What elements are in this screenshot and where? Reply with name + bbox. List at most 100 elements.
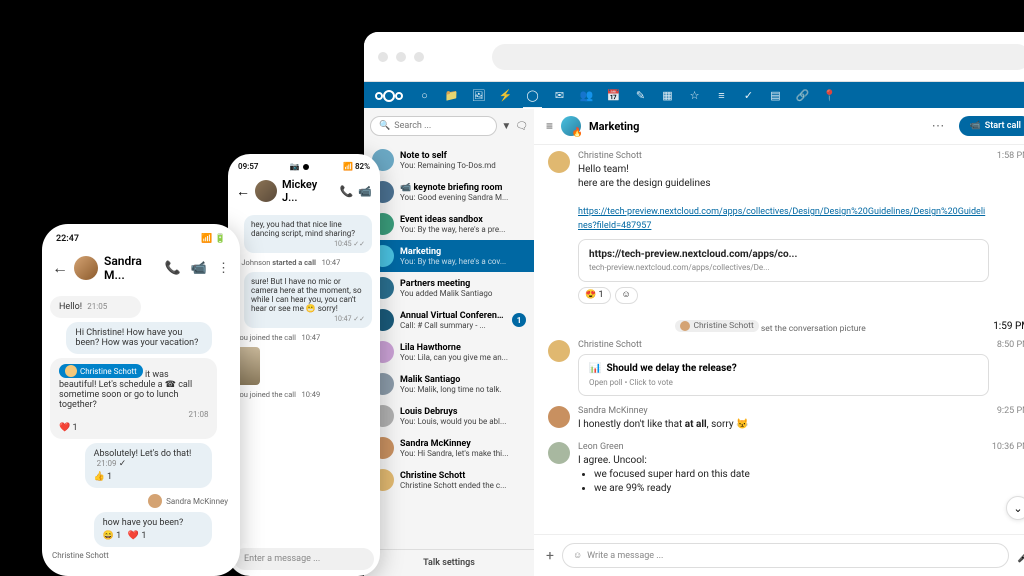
poll-card[interactable]: 📊Should we delay the release? Open poll … xyxy=(578,354,989,396)
url-bar[interactable] xyxy=(492,44,1024,70)
notes-icon[interactable]: ✎ xyxy=(634,89,647,102)
contacts-icon[interactable]: 👥 xyxy=(580,89,593,102)
conversation-item[interactable]: 📹 keynote briefing room You: Good evenin… xyxy=(364,176,534,208)
menu-icon[interactable]: ≡ xyxy=(546,119,553,133)
window-dot[interactable] xyxy=(396,52,406,62)
conversation-title: 📹 keynote briefing room xyxy=(400,183,526,193)
input-placeholder: Write a message ... xyxy=(587,551,663,561)
filter-icon[interactable]: ▼ xyxy=(501,121,511,132)
phone-icon[interactable]: 📞 xyxy=(340,185,354,198)
talk-settings-button[interactable]: Talk settings xyxy=(364,549,534,576)
message-link[interactable]: https://tech-preview.nextcloud.com/apps/… xyxy=(578,207,985,231)
new-conversation-icon[interactable]: 🗨 xyxy=(515,121,528,132)
message-list-item: we are 99% ready xyxy=(594,482,984,496)
nextcloud-logo[interactable] xyxy=(374,88,404,102)
add-reaction-button[interactable]: ☺ xyxy=(615,287,638,304)
conversation-item[interactable]: Note to self You: Remaining To-Dos.md xyxy=(364,144,534,176)
reaction[interactable]: ❤️ 1 xyxy=(128,531,147,541)
reaction[interactable]: ❤️ 1 xyxy=(59,423,208,433)
files-icon[interactable]: 📁 xyxy=(445,89,458,102)
phone-mockup-2: 09:57 📷 📶 82% ← Mickey J... 📞 📹 hey, you… xyxy=(228,154,380,576)
link-icon[interactable]: 🔗 xyxy=(796,89,809,102)
reaction[interactable]: 😄 1 xyxy=(103,531,122,541)
conversation-item[interactable]: Annual Virtual Conference Call: # Call s… xyxy=(364,304,534,336)
message-incoming: Hello! 21:05 xyxy=(50,296,141,318)
back-icon[interactable]: ← xyxy=(236,183,250,200)
start-call-button[interactable]: 📹 Start call xyxy=(959,116,1024,136)
conversation-item[interactable]: Malik Santiago You: Malik, long time no … xyxy=(364,368,534,400)
video-icon[interactable]: 📹 xyxy=(191,261,207,276)
conversation-item[interactable]: Sandra McKinney You: Hi Sandra, let's ma… xyxy=(364,432,534,464)
conversation-item[interactable]: Lila Hawthorne You: Lila, can you give m… xyxy=(364,336,534,368)
conversation-avatar xyxy=(561,116,581,136)
message-outgoing: sure! But I have no mic or camera here a… xyxy=(244,272,372,328)
reaction-button[interactable]: 😍 1 xyxy=(578,287,611,304)
video-icon[interactable]: 📹 xyxy=(358,185,372,198)
message-time: 9:25 PM xyxy=(997,406,1024,416)
card-title: https://tech-preview.nextcloud.com/apps/… xyxy=(589,248,978,262)
message-incoming: Christine Schott it was beautiful! Let's… xyxy=(50,358,217,439)
message-time: 10:45 xyxy=(334,240,351,248)
message-input[interactable]: Enter a message ... xyxy=(234,548,374,570)
conversation-title: Lila Hawthorne xyxy=(400,343,526,353)
maps-icon[interactable]: 📍 xyxy=(823,89,836,102)
deck-icon[interactable]: ▦ xyxy=(661,89,674,102)
contact-name[interactable]: Mickey J... xyxy=(282,178,335,204)
link-preview-card[interactable]: https://tech-preview.nextcloud.com/apps/… xyxy=(578,239,989,282)
message-text: it was xyxy=(145,370,169,380)
message-outgoing: how have you been? 😄 1 ❤️ 1 xyxy=(94,512,212,547)
message-text: , sorry 😾 xyxy=(707,419,749,430)
unread-badge: 1 xyxy=(512,313,526,327)
system-message: Christine Schott set the conversation pi… xyxy=(548,320,993,334)
avatar xyxy=(548,442,570,464)
conversation-title: Partners meeting xyxy=(400,279,526,289)
conversation-item[interactable]: Event ideas sandbox You: By the way, her… xyxy=(364,208,534,240)
conversation-subtitle: You: Lila, can you give me an... xyxy=(400,353,526,362)
more-icon[interactable]: ⋮ xyxy=(217,261,230,276)
video-icon: 📹 xyxy=(970,121,981,131)
poll-title: Should we delay the release? xyxy=(606,363,736,374)
microphone-icon[interactable]: 🎤 xyxy=(1017,549,1024,563)
conversation-item[interactable]: Marketing You: By the way, here's a cov.… xyxy=(364,240,534,272)
poll-icon: 📊 xyxy=(589,363,601,374)
dashboard-icon[interactable]: ○ xyxy=(418,89,431,102)
more-icon[interactable]: ⋯ xyxy=(932,119,945,134)
conversation-item[interactable]: Partners meeting You added Malik Santiag… xyxy=(364,272,534,304)
battery-text: 82% xyxy=(355,162,370,171)
message-text: Hello! xyxy=(59,302,82,312)
photos-icon[interactable]: 🖼 xyxy=(472,89,485,102)
signal-icon: 📶 🔋 xyxy=(201,234,226,244)
avatar-icon xyxy=(680,321,690,331)
calendar-icon[interactable]: 📅 xyxy=(607,89,620,102)
conversation-item[interactable]: Christine Schott Christine Schott ended … xyxy=(364,464,534,496)
contact-name[interactable]: Sandra M... xyxy=(104,254,155,282)
tasks-icon[interactable]: ✓ xyxy=(742,89,755,102)
system-message: you joined the call 10:49 xyxy=(236,390,372,399)
scroll-down-button[interactable]: ⌄ xyxy=(1006,496,1024,520)
phone-icon[interactable]: 📞 xyxy=(165,261,181,276)
message-input[interactable]: ☺ Write a message ... xyxy=(562,543,1009,568)
chat-messages: Hello! 21:05 Hi Christine! How have you … xyxy=(42,288,240,565)
conversation-item[interactable]: Louis Debruys You: Louis, would you be a… xyxy=(364,400,534,432)
avatar[interactable] xyxy=(255,180,277,202)
reply-name: Christine Schott xyxy=(80,367,137,376)
back-icon[interactable]: ← xyxy=(52,258,68,278)
desktop-window: ○ 📁 🖼 ⚡ ◯ ✉ 👥 📅 ✎ ▦ ☆ ≡ ✓ ▤ 🔗 📍 🔍 Search… xyxy=(364,32,1024,576)
activity-icon[interactable]: ⚡ xyxy=(499,89,512,102)
bookmarks-icon[interactable]: ☆ xyxy=(688,89,701,102)
message-text: Absolutely! Let's do that! xyxy=(94,449,192,459)
reaction[interactable]: 👍 1 xyxy=(94,472,203,482)
system-message: you joined the call 10:47 xyxy=(236,333,372,342)
mail-icon[interactable]: ✉ xyxy=(553,89,566,102)
talk-icon[interactable]: ◯ xyxy=(526,89,539,102)
search-icon: 🔍 xyxy=(379,121,390,131)
emoji-icon[interactable]: ☺ xyxy=(573,550,582,561)
window-dot[interactable] xyxy=(378,52,388,62)
tables-icon[interactable]: ▤ xyxy=(769,89,782,102)
list-icon[interactable]: ≡ xyxy=(715,89,728,102)
search-input[interactable]: 🔍 Search ... xyxy=(370,116,497,136)
attach-icon[interactable]: + xyxy=(546,548,554,564)
avatar[interactable] xyxy=(74,256,98,280)
window-dot[interactable] xyxy=(414,52,424,62)
sender-name: Sandra McKinney xyxy=(578,406,989,416)
